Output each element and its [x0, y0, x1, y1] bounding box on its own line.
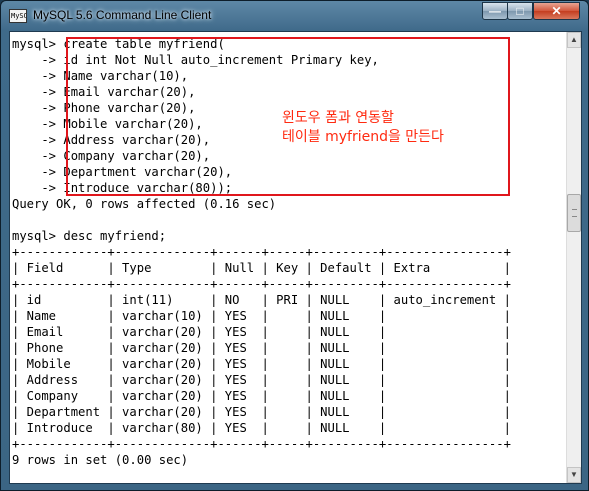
- vertical-scrollbar[interactable]: ▲ ▼: [566, 32, 581, 483]
- scroll-down-arrow-icon[interactable]: ▼: [567, 467, 581, 483]
- annotation-line-1: 윈도우 폼과 연동할: [282, 110, 394, 126]
- scrollbar-thumb[interactable]: [567, 194, 581, 232]
- console-output[interactable]: mysql> create table myfriend( -> id int …: [10, 32, 567, 483]
- scroll-up-arrow-icon[interactable]: ▲: [567, 32, 581, 48]
- close-button[interactable]: ✕: [533, 2, 580, 20]
- maximize-button[interactable]: □: [507, 2, 533, 20]
- mysql-console-window: MySQL MySQL 5.6 Command Line Client — □ …: [0, 0, 589, 491]
- annotation-note: 윈도우 폼과 연동할 테이블 myfriend을 만든다: [282, 109, 444, 147]
- mysql-app-icon: MySQL: [9, 9, 27, 23]
- title-bar[interactable]: MySQL MySQL 5.6 Command Line Client — □ …: [1, 1, 588, 31]
- console-area[interactable]: mysql> create table myfriend( -> id int …: [9, 31, 582, 484]
- console-text: mysql> create table myfriend( -> id int …: [12, 37, 511, 467]
- minimize-button[interactable]: —: [482, 2, 508, 20]
- window-title: MySQL 5.6 Command Line Client: [33, 8, 212, 22]
- annotation-line-2: 테이블 myfriend을 만든다: [282, 129, 444, 145]
